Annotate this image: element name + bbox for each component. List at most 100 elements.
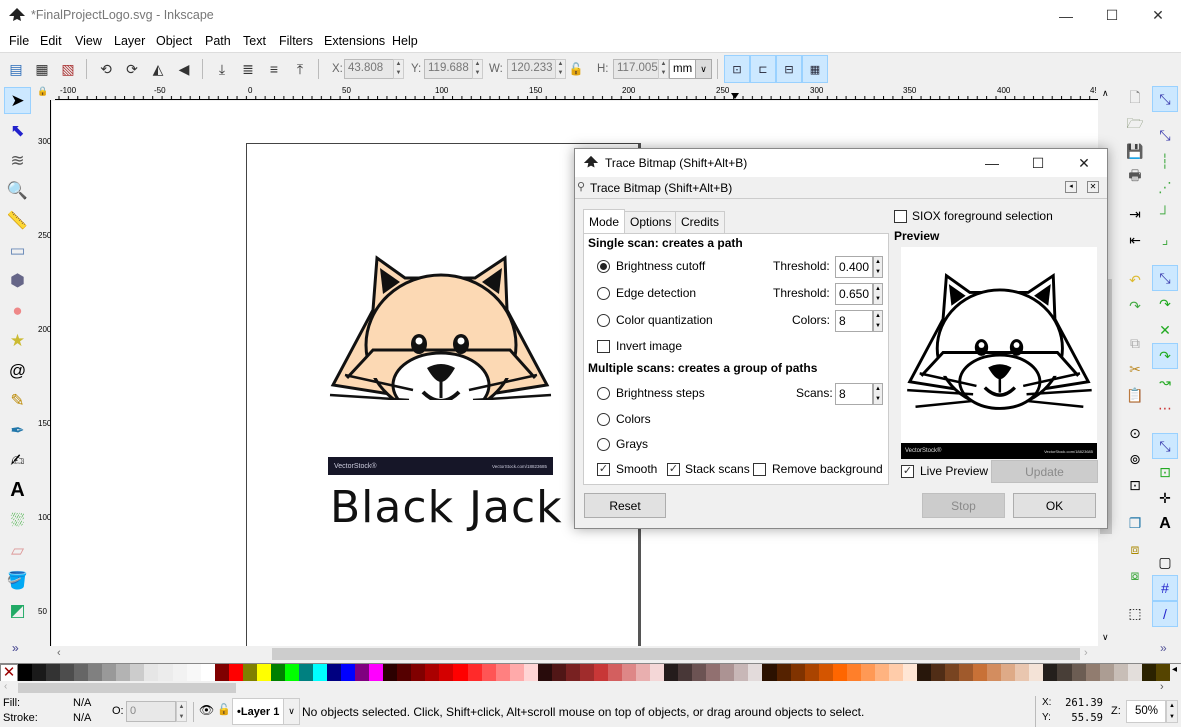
- eraser-tool-icon[interactable]: ▱: [4, 537, 31, 564]
- undo-icon[interactable]: ↶: [1122, 267, 1148, 293]
- scans-spinner[interactable]: ▲ ▼: [873, 383, 883, 405]
- color-swatch[interactable]: [60, 664, 75, 682]
- menu-filters[interactable]: Filters: [279, 34, 313, 48]
- color-swatch[interactable]: [565, 664, 580, 682]
- menu-layer[interactable]: Layer: [114, 34, 145, 48]
- snap-bbox-edge-toggle[interactable]: ┆: [1152, 148, 1178, 174]
- paint-bucket-tool-icon[interactable]: 🪣: [4, 567, 31, 594]
- color-swatch[interactable]: [130, 664, 145, 682]
- layer-select[interactable]: •Layer 1 ∨: [232, 698, 300, 725]
- color-swatch[interactable]: [439, 664, 454, 682]
- select-all-icon[interactable]: ▤: [5, 58, 27, 80]
- color-swatch[interactable]: [1141, 664, 1156, 682]
- color-swatch[interactable]: [1001, 664, 1016, 682]
- dialog-title-bar[interactable]: Trace Bitmap (Shift+Alt+B) — ☐ ✕: [575, 149, 1107, 177]
- close-button[interactable]: ✕: [1135, 0, 1181, 31]
- edge-detection-label[interactable]: Edge detection: [616, 286, 696, 300]
- selector-tool-icon[interactable]: ➤: [4, 87, 31, 114]
- select-all-layers-icon[interactable]: ▦: [31, 58, 53, 80]
- color-swatch[interactable]: [102, 664, 117, 682]
- horizontal-scroll-thumb[interactable]: [272, 648, 1080, 660]
- snap-rotation-center-toggle[interactable]: ✛: [1152, 485, 1178, 511]
- guide-lock-icon[interactable]: 🔒: [37, 86, 53, 100]
- menu-edit[interactable]: Edit: [40, 34, 62, 48]
- stop-button[interactable]: Stop: [922, 493, 1005, 518]
- color-swatch[interactable]: [734, 664, 749, 682]
- scroll-up-icon[interactable]: ∧: [1102, 88, 1109, 99]
- color-swatch[interactable]: [200, 664, 215, 682]
- unit-select[interactable]: mm ∨: [669, 59, 712, 79]
- color-swatch[interactable]: [1071, 664, 1086, 682]
- color-swatch[interactable]: [270, 664, 285, 682]
- color-swatch[interactable]: [636, 664, 651, 682]
- color-swatch[interactable]: [579, 664, 594, 682]
- color-swatch[interactable]: [158, 664, 173, 682]
- color-swatch[interactable]: [973, 664, 988, 682]
- siox-label[interactable]: SIOX foreground selection: [912, 209, 1053, 223]
- stack-scans-checkbox[interactable]: ✓: [667, 463, 680, 476]
- rectangle-tool-icon[interactable]: ▭: [4, 237, 31, 264]
- color-swatch[interactable]: [1029, 664, 1044, 682]
- color-swatch[interactable]: [256, 664, 271, 682]
- color-swatch[interactable]: [818, 664, 833, 682]
- color-swatch[interactable]: [551, 664, 566, 682]
- brightness-threshold-input[interactable]: 0.400: [835, 256, 873, 278]
- spray-tool-icon[interactable]: ⛆: [4, 507, 31, 534]
- deselect-icon[interactable]: ▧: [57, 58, 79, 80]
- zoom-drawing-icon[interactable]: ⊚: [1122, 446, 1148, 472]
- snap-cusp-toggle[interactable]: ↷: [1152, 343, 1178, 369]
- text-tool-icon[interactable]: A: [4, 477, 31, 504]
- snap-bbox-midpoint-toggle[interactable]: ┘: [1152, 200, 1178, 226]
- color-swatch[interactable]: [1155, 664, 1170, 682]
- color-swatch[interactable]: [1057, 664, 1072, 682]
- tab-credits[interactable]: Credits: [675, 211, 726, 233]
- import-icon[interactable]: ⇥: [1122, 201, 1148, 227]
- invert-image-checkbox[interactable]: [597, 340, 610, 353]
- live-preview-label[interactable]: Live Preview: [920, 464, 988, 478]
- lower-to-bottom-icon[interactable]: ⤓: [211, 58, 233, 80]
- menu-view[interactable]: View: [75, 34, 102, 48]
- snap-nodes-toggle[interactable]: ⤡: [1152, 265, 1178, 291]
- color-swatch[interactable]: [888, 664, 903, 682]
- snap-object-center-toggle[interactable]: ⊡: [1152, 459, 1178, 485]
- zoom-selection-icon[interactable]: ⊙: [1122, 420, 1148, 446]
- color-swatch[interactable]: [523, 664, 538, 682]
- h-spinner[interactable]: ▲ ▼: [658, 59, 669, 79]
- unlink-clone-icon[interactable]: ⧇: [1122, 562, 1148, 588]
- zoom-tool-icon[interactable]: 🔍: [4, 177, 31, 204]
- stroke-value[interactable]: N/A: [73, 712, 91, 724]
- color-swatch[interactable]: [650, 664, 665, 682]
- save-icon[interactable]: 💾: [1122, 138, 1148, 164]
- redo-icon[interactable]: ↷: [1122, 293, 1148, 319]
- opacity-field[interactable]: 0: [126, 701, 176, 722]
- color-swatch[interactable]: [509, 664, 524, 682]
- brightness-cutoff-label[interactable]: Brightness cutoff: [616, 259, 705, 273]
- color-swatch[interactable]: [607, 664, 623, 682]
- snap-midpoints-toggle[interactable]: ⋯: [1152, 395, 1178, 421]
- color-swatch[interactable]: [1043, 664, 1058, 682]
- color-swatch[interactable]: [804, 664, 819, 682]
- color-swatch[interactable]: [186, 664, 201, 682]
- zoom-page-icon[interactable]: ⊡: [1122, 472, 1148, 498]
- color-quantization-radio[interactable]: [597, 314, 610, 327]
- scroll-right-icon[interactable]: ›: [1084, 647, 1088, 659]
- tab-mode[interactable]: Mode: [583, 209, 626, 233]
- color-swatch[interactable]: [874, 664, 889, 682]
- color-swatch[interactable]: [355, 664, 370, 682]
- grays-radio[interactable]: [597, 438, 610, 451]
- color-swatch[interactable]: [327, 664, 342, 682]
- brightness-cutoff-radio[interactable]: [597, 260, 610, 273]
- color-swatch[interactable]: [453, 664, 468, 682]
- brightness-threshold-spinner[interactable]: ▲ ▼: [873, 256, 883, 278]
- color-swatch[interactable]: [945, 664, 960, 682]
- export-icon[interactable]: ⇤: [1122, 227, 1148, 253]
- color-swatch[interactable]: [284, 664, 299, 682]
- palette-scroll-left-icon[interactable]: ‹: [4, 681, 7, 692]
- opacity-spinner[interactable]: ▲ ▼: [176, 701, 187, 722]
- duplicate-icon[interactable]: ❐: [1122, 510, 1148, 536]
- color-swatch[interactable]: [1015, 664, 1030, 682]
- remove-background-checkbox[interactable]: [753, 463, 766, 476]
- flip-vertical-icon[interactable]: ◀: [173, 58, 195, 80]
- brightness-steps-radio[interactable]: [597, 387, 610, 400]
- color-swatch[interactable]: [593, 664, 608, 682]
